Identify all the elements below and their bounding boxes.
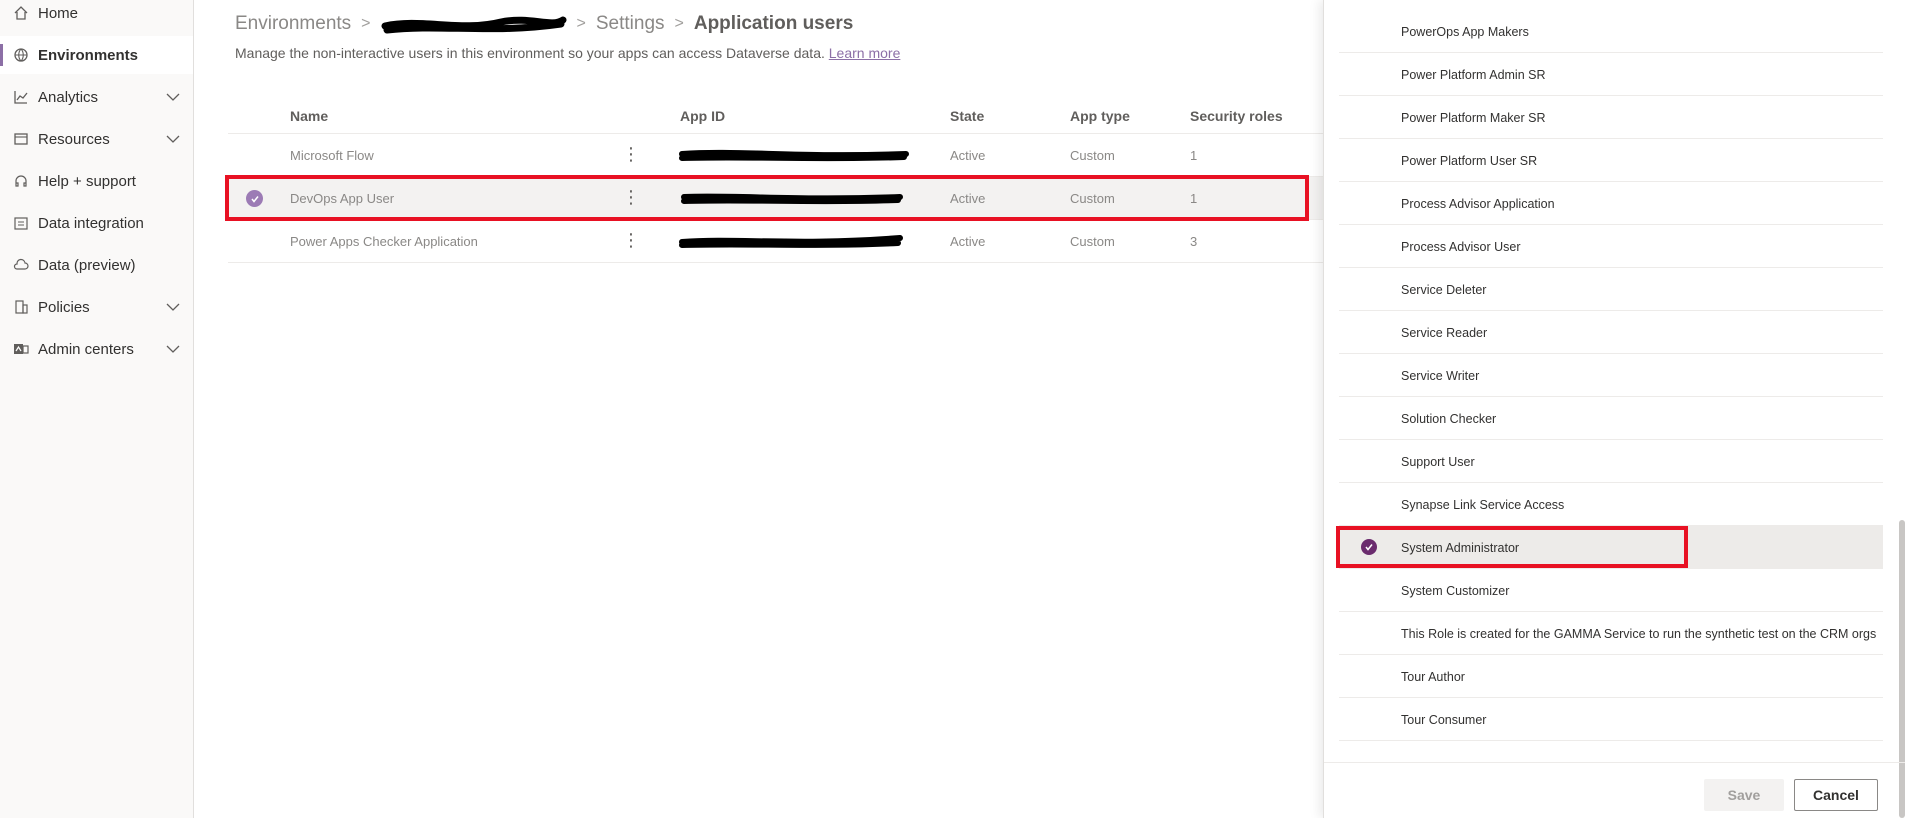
nav-label: Data (preview) bbox=[38, 256, 136, 274]
chevron-right-icon: > bbox=[576, 15, 586, 32]
page-description: Manage the non-interactive users in this… bbox=[235, 45, 900, 61]
left-nav: Home Environments Analytics Resources He… bbox=[0, 0, 194, 818]
cell-name: DevOps App User bbox=[290, 191, 395, 206]
nav-label: Data integration bbox=[38, 214, 144, 232]
chevron-down-icon[interactable] bbox=[165, 342, 181, 356]
headset-icon bbox=[12, 172, 30, 190]
cell-app-type: Custom bbox=[1070, 191, 1115, 206]
analytics-icon bbox=[12, 88, 30, 106]
chevron-down-icon[interactable] bbox=[165, 132, 181, 146]
breadcrumb-settings[interactable]: Settings bbox=[596, 13, 665, 35]
nav-item-resources[interactable]: Resources bbox=[0, 120, 193, 158]
list-item[interactable]: Tour Author bbox=[1339, 655, 1883, 698]
table-row[interactable]: Power Apps Checker Application ⋮ Active … bbox=[228, 220, 1328, 263]
nav-label: Policies bbox=[38, 298, 90, 316]
nav-item-data-preview[interactable]: Data (preview) bbox=[0, 246, 193, 284]
cell-security-roles: 3 bbox=[1190, 234, 1198, 249]
description-text: Manage the non-interactive users in this… bbox=[235, 45, 825, 61]
list-item[interactable]: Power Platform Maker SR bbox=[1339, 96, 1883, 139]
cell-security-roles: 1 bbox=[1190, 148, 1198, 163]
list-item[interactable]: PowerOps App Makers bbox=[1339, 10, 1883, 53]
cancel-button[interactable]: Cancel bbox=[1794, 779, 1878, 811]
more-options-icon[interactable]: ⋮ bbox=[622, 230, 640, 251]
redacted-app-id bbox=[679, 149, 909, 162]
list-item[interactable]: System Customizer bbox=[1339, 569, 1883, 612]
column-header-app-type[interactable]: App type bbox=[1070, 108, 1130, 124]
more-options-icon[interactable]: ⋮ bbox=[622, 144, 640, 165]
cell-state: Active bbox=[950, 148, 986, 163]
list-item[interactable]: Service Writer bbox=[1339, 354, 1883, 397]
nav-item-analytics[interactable]: Analytics bbox=[0, 78, 193, 116]
list-item[interactable]: Service Deleter bbox=[1339, 268, 1883, 311]
nav-label: Resources bbox=[38, 130, 110, 148]
list-item[interactable]: Process Advisor Application bbox=[1339, 182, 1883, 225]
chevron-down-icon[interactable] bbox=[165, 90, 181, 104]
list-item[interactable]: Service Reader bbox=[1339, 311, 1883, 354]
page-title: Application users bbox=[693, 13, 854, 34]
cell-state: Active bbox=[950, 234, 986, 249]
column-header-state[interactable]: State bbox=[950, 108, 984, 124]
nav-label: Home bbox=[38, 4, 79, 22]
cloud-icon bbox=[12, 256, 30, 274]
column-header-security-roles[interactable]: Security roles bbox=[1190, 108, 1283, 124]
nav-item-help-support[interactable]: Help + support bbox=[0, 162, 193, 200]
list-item[interactable]: Process Advisor User bbox=[1339, 225, 1883, 268]
grid-header: Name App ID State App type Security role… bbox=[228, 96, 1328, 134]
checkmark-icon[interactable] bbox=[1361, 539, 1377, 555]
cell-app-type: Custom bbox=[1070, 234, 1115, 249]
nav-item-home[interactable]: Home bbox=[0, 0, 193, 32]
cell-name: Microsoft Flow bbox=[290, 148, 374, 163]
panel-footer: Save Cancel bbox=[1324, 762, 1905, 818]
chevron-down-icon[interactable] bbox=[165, 300, 181, 314]
list-item[interactable]: This Role is created for the GAMMA Servi… bbox=[1339, 612, 1883, 655]
table-row[interactable]: Microsoft Flow ⋮ Active Custom 1 bbox=[228, 134, 1328, 177]
breadcrumb-environments[interactable]: Environments bbox=[235, 13, 351, 35]
nav-label: Environments bbox=[38, 46, 139, 64]
redacted-environment-name[interactable] bbox=[381, 12, 567, 36]
list-item[interactable]: Tour Consumer bbox=[1339, 698, 1883, 741]
more-options-icon[interactable]: ⋮ bbox=[622, 187, 640, 208]
nav-item-admin-centers[interactable]: Admin centers bbox=[0, 330, 193, 368]
cell-security-roles: 1 bbox=[1190, 191, 1198, 206]
save-button[interactable]: Save bbox=[1704, 779, 1784, 811]
column-header-name[interactable]: Name bbox=[290, 108, 328, 124]
security-roles-panel: PowerOps App Makers Power Platform Admin… bbox=[1323, 0, 1905, 818]
nav-label: Help + support bbox=[38, 172, 136, 190]
chevron-right-icon: > bbox=[361, 15, 371, 32]
list-item[interactable]: Power Platform Admin SR bbox=[1339, 53, 1883, 96]
nav-item-policies[interactable]: Policies bbox=[0, 288, 193, 326]
list-item-selected[interactable]: System Administrator bbox=[1339, 526, 1883, 569]
nav-item-environments[interactable]: Environments bbox=[0, 36, 193, 74]
admin-centers-icon bbox=[12, 340, 30, 358]
table-row[interactable]: DevOps App User ⋮ Active Custom 1 bbox=[228, 177, 1328, 220]
breadcrumb: Environments > > Settings > Application … bbox=[235, 12, 853, 36]
list-item[interactable]: Power Platform User SR bbox=[1339, 139, 1883, 182]
chevron-right-icon: > bbox=[674, 15, 684, 32]
list-item[interactable]: Synapse Link Service Access bbox=[1339, 483, 1883, 526]
redacted-app-id bbox=[681, 193, 903, 205]
roles-list: PowerOps App Makers Power Platform Admin… bbox=[1339, 10, 1883, 741]
list-item[interactable]: Solution Checker bbox=[1339, 397, 1883, 440]
column-header-app-id[interactable]: App ID bbox=[680, 108, 725, 124]
environments-icon bbox=[12, 46, 30, 64]
nav-item-data-integration[interactable]: Data integration bbox=[0, 204, 193, 242]
policies-icon bbox=[12, 298, 30, 316]
home-icon bbox=[12, 4, 30, 22]
data-integration-icon bbox=[12, 214, 30, 232]
list-item[interactable]: Support User bbox=[1339, 440, 1883, 483]
cell-app-type: Custom bbox=[1070, 148, 1115, 163]
resources-icon bbox=[12, 130, 30, 148]
cell-state: Active bbox=[950, 191, 986, 206]
nav-label: Analytics bbox=[38, 88, 99, 106]
redacted-app-id bbox=[679, 235, 903, 248]
nav-label: Admin centers bbox=[38, 340, 134, 358]
cell-name: Power Apps Checker Application bbox=[290, 234, 478, 249]
learn-more-link[interactable]: Learn more bbox=[829, 45, 901, 61]
checkmark-icon[interactable] bbox=[246, 190, 263, 207]
